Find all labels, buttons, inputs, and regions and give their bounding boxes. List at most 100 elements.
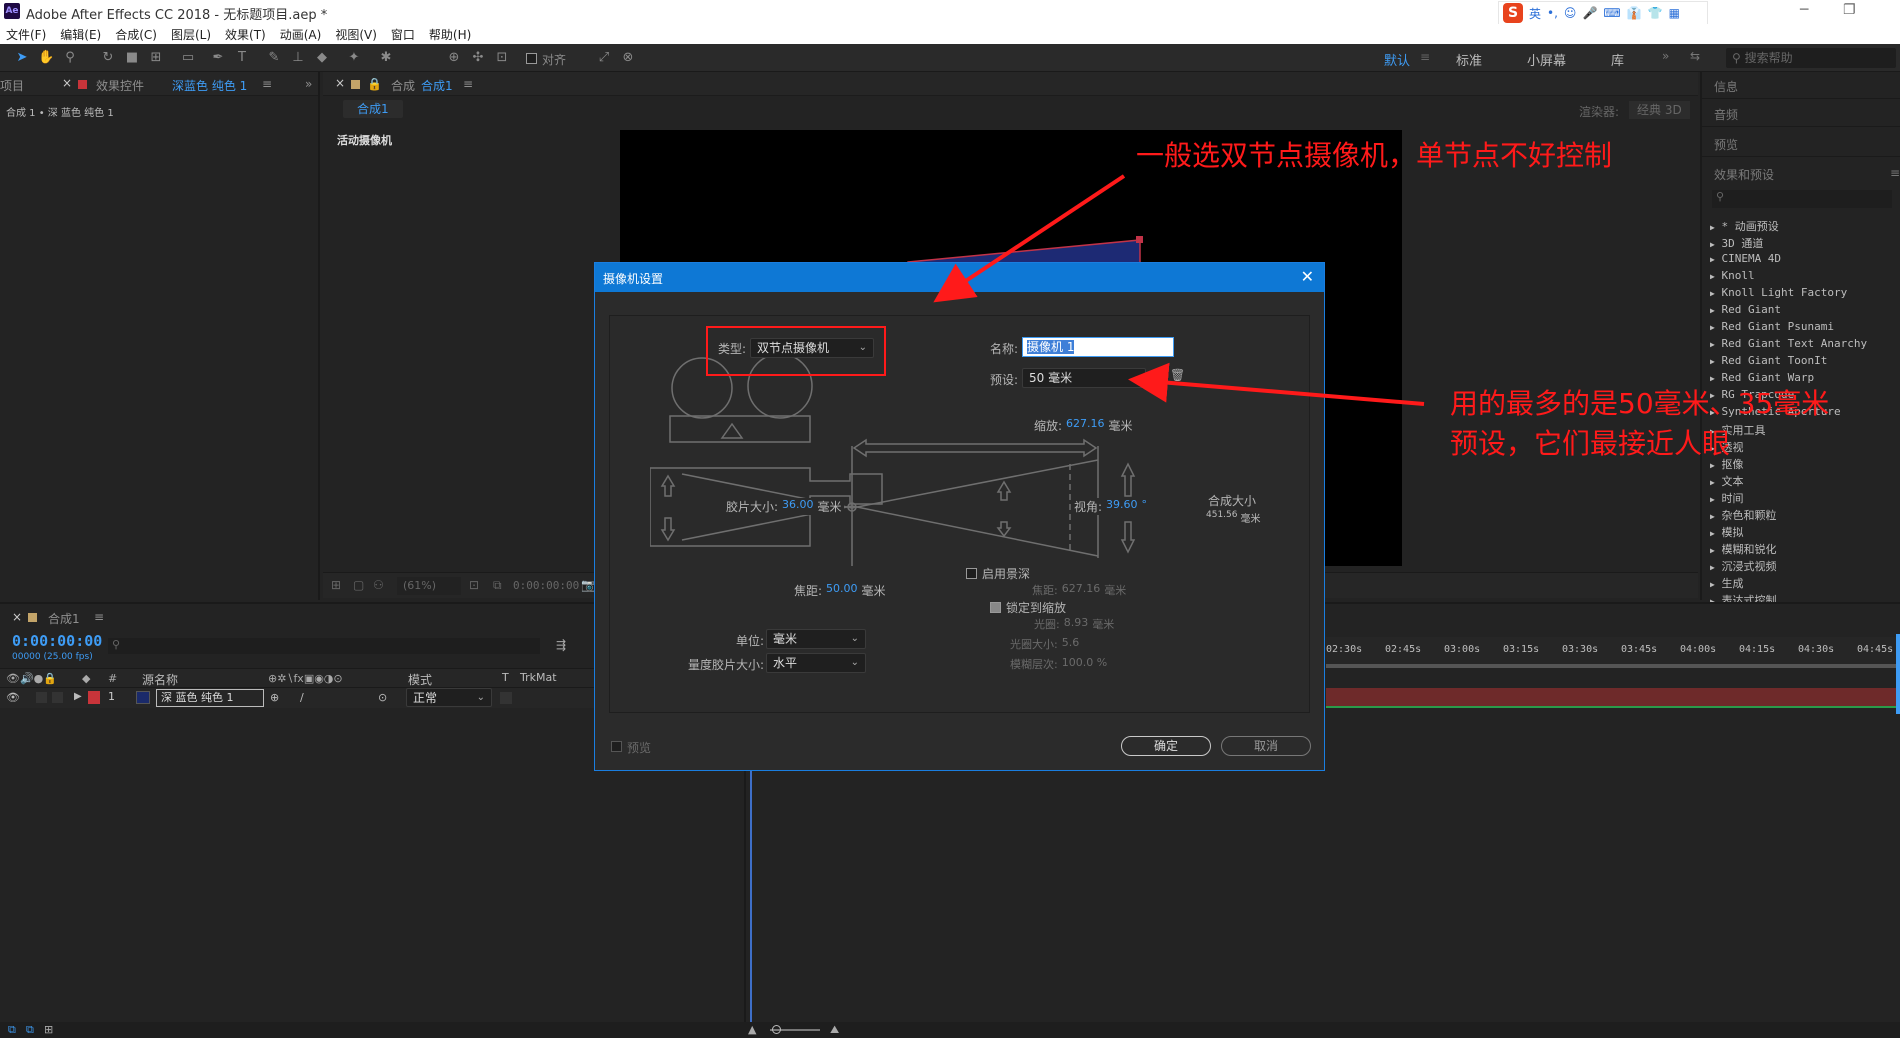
selection-tool-icon[interactable]: ➤ [14, 51, 30, 65]
list-item[interactable]: ▶ 生成 [1710, 575, 1743, 591]
minimize-icon[interactable]: ─ [1800, 2, 1808, 18]
workspace-standard[interactable]: 标准 [1456, 50, 1482, 69]
trkmat-header[interactable]: TrkMat [520, 671, 557, 684]
tab-timeline-comp[interactable]: 合成1 [48, 610, 80, 627]
effects-presets-section[interactable]: 效果和预设 [1714, 166, 1774, 183]
close-icon[interactable]: ✕ [1301, 267, 1314, 286]
clone-tool-icon[interactable]: ⊥ [290, 51, 306, 65]
eraser-tool-icon[interactable]: ◆ [314, 51, 330, 65]
layer-mode-select[interactable]: 正常 ⌄ [406, 688, 492, 707]
info-section[interactable]: 信息 [1714, 78, 1738, 95]
angle-value[interactable]: 39.60 [1106, 498, 1138, 515]
list-item[interactable]: ▶ Knoll Light Factory [1710, 286, 1847, 299]
menu-composition[interactable]: 合成(C) [115, 26, 157, 43]
source-name-header[interactable]: 源名称 [142, 671, 178, 688]
zoom-value[interactable]: 627.16 [1066, 417, 1105, 434]
ime-mic-icon[interactable]: 🎤 [1582, 6, 1597, 20]
menu-help[interactable]: 帮助(H) [429, 26, 471, 43]
zoom-in-icon[interactable]: ⛰ [830, 1023, 839, 1037]
preview-checkbox[interactable] [611, 741, 622, 752]
menu-edit[interactable]: 编辑(E) [60, 26, 101, 43]
list-item[interactable]: ▶ 模拟 [1710, 524, 1743, 540]
menu-layer[interactable]: 图层(L) [171, 26, 211, 43]
panel-menu-icon[interactable]: ≡ [94, 610, 104, 624]
audio-section[interactable]: 音频 [1714, 106, 1738, 123]
toggle-transfer-icon[interactable]: ⊞ [44, 1023, 53, 1036]
camera-tool-icon[interactable]: ■ [124, 51, 140, 65]
list-item[interactable]: ▶ 沉浸式视频 [1710, 558, 1776, 574]
region-icon[interactable]: ⧉ [493, 578, 502, 593]
toggle-switches-icon[interactable]: ⧉ [8, 1023, 16, 1037]
renderer-select[interactable]: 经典 3D [1629, 101, 1690, 119]
workspace-library[interactable]: 库 [1611, 50, 1624, 69]
measure-film-select[interactable]: 水平 ⌄ [766, 653, 866, 673]
close-icon[interactable]: × [335, 76, 345, 90]
shy-switch-icon[interactable]: ⊕ [270, 691, 279, 704]
search-help-input[interactable]: ⚲ 搜索帮助 [1726, 48, 1896, 68]
comp-flowchart-icon[interactable]: ⇶ [556, 638, 566, 652]
table-row[interactable]: 👁 ▶ 1 深 蓝色 纯色 1 ⊕ ∕ ⊙ 正常 ⌄ [0, 688, 594, 708]
panel-menu-icon[interactable]: ≡ [262, 77, 272, 91]
ime-keyboard-icon[interactable]: ⌨ [1603, 6, 1620, 20]
dof-checkbox[interactable] [966, 568, 977, 579]
timeline-timecode[interactable]: 0:00:00:00 [12, 632, 102, 650]
visibility-icon[interactable]: 👁 [6, 691, 20, 704]
units-select[interactable]: 毫米 ⌄ [766, 629, 866, 649]
ime-user-icon[interactable]: 👔 [1627, 6, 1642, 20]
list-item[interactable]: ▶ CINEMA 4D [1710, 252, 1781, 265]
menu-view[interactable]: 视图(V) [335, 26, 377, 43]
ime-skin-icon[interactable]: 👕 [1648, 6, 1663, 20]
menu-window[interactable]: 窗口 [391, 26, 415, 43]
quality-switch-icon[interactable]: ∕ [300, 691, 304, 704]
delete-preset-icon[interactable]: 🗑 [1170, 368, 1185, 382]
film-size-value[interactable]: 36.00 [782, 498, 814, 515]
effects-search-input[interactable]: ⚲ [1712, 190, 1892, 208]
effect-controls-target[interactable]: 深蓝色 纯色 1 [172, 77, 247, 94]
preview-section[interactable]: 预览 [1714, 136, 1738, 153]
close-icon[interactable]: × [62, 76, 72, 90]
list-item[interactable]: ▶ 3D 通道 [1710, 235, 1763, 251]
puppet-tool-icon[interactable]: ✱ [378, 51, 394, 65]
list-item[interactable]: ▶ Red Giant [1710, 303, 1781, 316]
workspace-default[interactable]: 默认 [1384, 50, 1410, 69]
layer-name[interactable]: 深 蓝色 纯色 1 [156, 689, 264, 707]
menu-file[interactable]: 文件(F) [6, 26, 46, 43]
tab-project[interactable]: 项目 [0, 77, 24, 94]
lock-checkbox[interactable] [52, 692, 63, 703]
brush-tool-icon[interactable]: ✎ [266, 51, 282, 65]
snap-option2-icon[interactable]: ⊗ [620, 51, 636, 65]
ok-button[interactable]: 确定 [1121, 736, 1211, 756]
ime-lang[interactable]: 英 [1529, 5, 1541, 22]
camera-name-input[interactable]: 摄像机 1 [1022, 337, 1174, 357]
panel-menu-icon[interactable]: ≡ [1890, 166, 1900, 180]
layer-label-color[interactable] [88, 691, 100, 704]
layer-search-input[interactable]: ⚲ [108, 638, 540, 654]
expand-arrow-icon[interactable]: ▶ [74, 691, 82, 702]
snap-checkbox[interactable] [526, 53, 537, 64]
list-item[interactable]: ▶ 文本 [1710, 473, 1743, 489]
local-axis-icon[interactable]: ⊕ [446, 51, 462, 65]
rect-tool-icon[interactable]: ▭ [180, 51, 196, 65]
list-item[interactable]: ▶ Red Giant ToonIt [1710, 354, 1827, 367]
menu-effect[interactable]: 效果(T) [225, 26, 266, 43]
world-axis-icon[interactable]: ✣ [470, 51, 486, 65]
list-item[interactable]: ▶ 模糊和锐化 [1710, 541, 1776, 557]
comp-size-value[interactable]: 451.56 [1206, 510, 1238, 525]
menu-animation[interactable]: 动画(A) [280, 26, 322, 43]
zoom-select[interactable]: (61%) [397, 577, 461, 595]
tab-comp1[interactable]: 合成1 [421, 77, 453, 94]
ime-punct-icon[interactable]: •, [1547, 6, 1558, 20]
ime-menu-icon[interactable]: ▦ [1669, 6, 1680, 20]
zoom-tool-icon[interactable]: ⚲ [62, 51, 78, 65]
zoom-slider-handle[interactable] [772, 1025, 781, 1034]
3d-switch-icon[interactable]: ⊙ [378, 691, 387, 704]
trkmat-box[interactable] [500, 692, 512, 704]
viewer-timecode[interactable]: 0:00:00:00 [513, 579, 579, 592]
workspace-small-screen[interactable]: 小屏幕 [1527, 50, 1566, 69]
work-area-bar[interactable] [1326, 664, 1900, 668]
mask-icon[interactable]: ⚇ [373, 578, 384, 592]
preset-select[interactable]: 50 毫米 ⌄ [1022, 368, 1146, 388]
hand-tool-icon[interactable]: ✋ [38, 51, 54, 65]
solo-checkbox[interactable] [36, 692, 47, 703]
mode-header[interactable]: 模式 [408, 671, 432, 688]
